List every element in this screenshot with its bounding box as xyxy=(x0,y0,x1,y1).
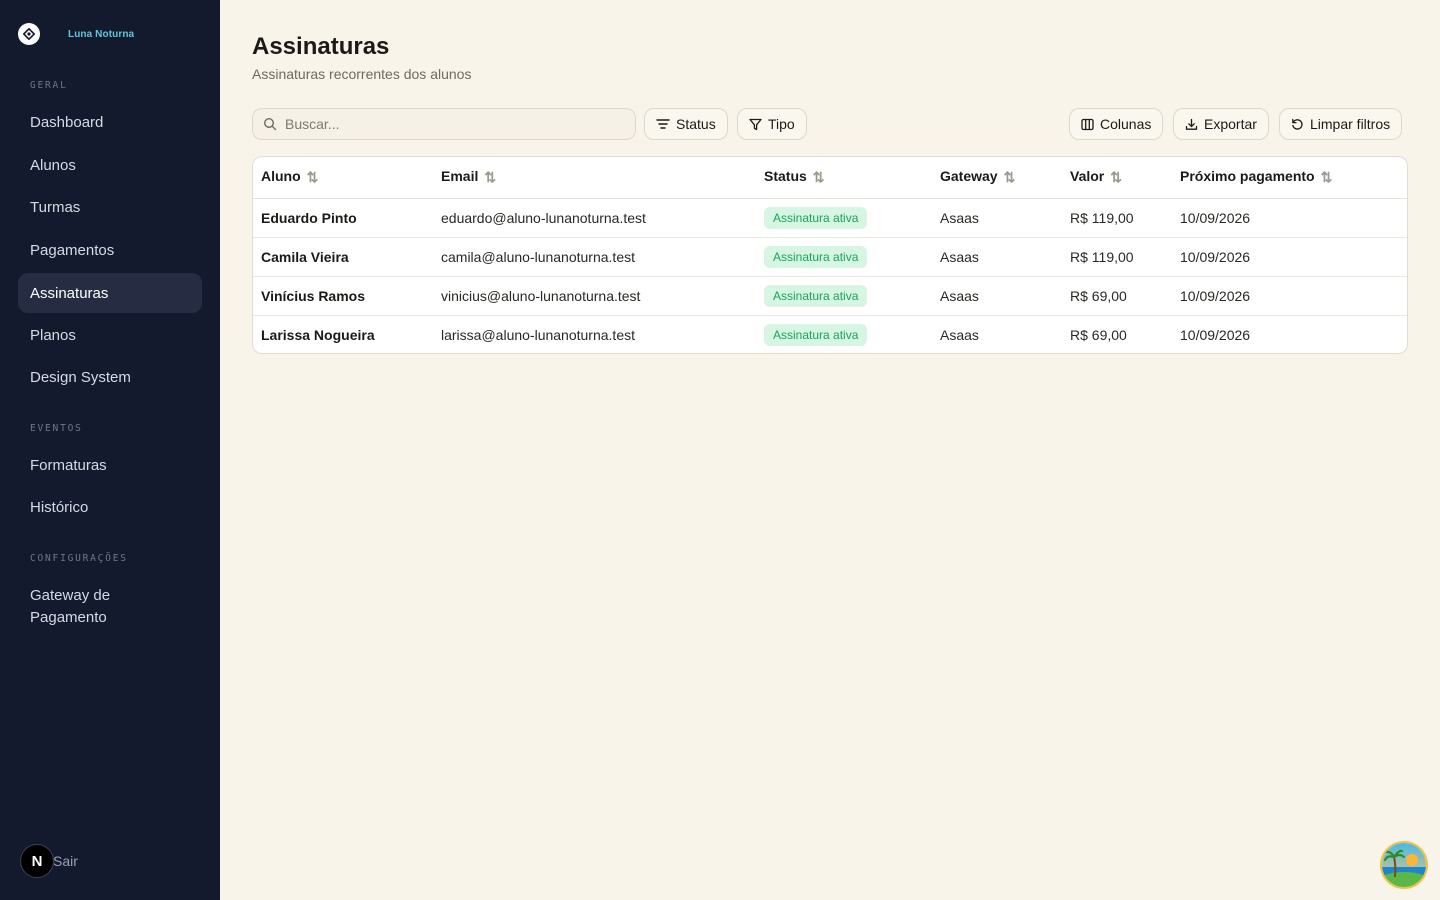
table-header-row: Aluno ⇅ Email ⇅ Status ⇅ Gateway ⇅ Valor ⇅ Pr… xyxy=(253,157,1407,199)
cell-email: larissa@aluno-lunanoturna.test xyxy=(441,326,635,343)
sort-icon[interactable]: ⇅ xyxy=(1110,169,1122,185)
subscriptions-table: Aluno ⇅ Email ⇅ Status ⇅ Gateway ⇅ Valor ⇅ Pr… xyxy=(252,156,1408,354)
cell-aluno: Vinícius Ramos xyxy=(253,276,433,316)
column-header-label: Valor xyxy=(1070,168,1105,185)
status-badge: Assinatura ativa xyxy=(764,323,868,346)
cell-valor: R$ 69,00 xyxy=(1070,326,1127,343)
cell-valor: R$ 69,00 xyxy=(1062,276,1172,316)
brand-name: Luna Noturna xyxy=(68,28,135,40)
sidebar-item-historico[interactable]: Histórico xyxy=(18,487,202,527)
cell-valor: R$ 119,00 xyxy=(1062,198,1172,238)
sort-icon[interactable]: ⇅ xyxy=(813,169,825,185)
cell-email: camila@aluno-lunanoturna.test xyxy=(433,237,756,277)
tipo-filter-button[interactable]: Tipo xyxy=(737,108,807,140)
sidebar-item-design-system[interactable]: Design System xyxy=(18,357,202,397)
table-row[interactable]: Vinícius Ramos vinicius@aluno-lunanoturn… xyxy=(253,276,1407,316)
sidebar-item-pagamentos[interactable]: Pagamentos xyxy=(18,230,202,270)
status-badge: Assinatura ativa xyxy=(764,284,868,307)
status-filter-label: Status xyxy=(676,116,716,132)
sidebar-item-turmas[interactable]: Turmas xyxy=(18,187,202,227)
brand[interactable]: Luna Noturna xyxy=(18,23,134,45)
search-icon xyxy=(263,117,277,131)
column-header-label: Email xyxy=(441,168,479,185)
sidebar-item-gateway[interactable]: Gateway de Pagamento xyxy=(18,582,202,632)
cell-email: vinicius@aluno-lunanoturna.test xyxy=(433,276,756,316)
cell-aluno: Camila Vieira xyxy=(253,237,433,277)
section-label-eventos: EVENTOS xyxy=(30,423,83,434)
status-badge: Assinatura ativa xyxy=(764,245,868,268)
sidebar-item-alunos[interactable]: Alunos xyxy=(18,145,202,185)
page-subtitle: Assinaturas recorrentes dos alunos xyxy=(252,66,472,82)
status-badge: Assinatura ativa xyxy=(764,206,868,229)
clear-filters-label: Limpar filtros xyxy=(1310,116,1391,132)
clear-filters-button[interactable]: Limpar filtros xyxy=(1279,108,1403,140)
columns-icon xyxy=(1081,118,1094,130)
cell-status: Assinatura ativa xyxy=(756,276,932,316)
cell-proximo-pagamento: 10/09/2026 xyxy=(1180,326,1251,343)
sort-icon[interactable]: ⇅ xyxy=(1321,169,1333,185)
column-header-valor[interactable]: Valor ⇅ xyxy=(1062,157,1172,199)
cell-status: Assinatura ativa xyxy=(756,198,932,238)
sidebar-item-planos[interactable]: Planos xyxy=(18,315,202,355)
page-title: Assinaturas xyxy=(252,33,390,60)
section-label-geral: GERAL xyxy=(30,80,68,91)
cell-valor: R$ 119,00 xyxy=(1062,237,1172,277)
section-label-configuracoes: CONFIGURAÇÕES xyxy=(30,553,128,564)
logout-button[interactable]: N Sair xyxy=(20,844,78,878)
filter-lines-icon xyxy=(656,119,670,129)
column-header-email[interactable]: Email ⇅ xyxy=(433,157,756,199)
cell-aluno: Eduardo Pinto xyxy=(253,198,433,238)
cell-status: Assinatura ativa xyxy=(756,315,932,353)
search-input[interactable] xyxy=(285,116,605,132)
logo-icon xyxy=(18,23,40,45)
cell-proximo-pagamento: 10/09/2026 xyxy=(1172,237,1407,277)
sort-icon[interactable]: ⇅ xyxy=(1004,169,1016,185)
column-header-label: Aluno xyxy=(261,168,301,185)
table-row[interactable]: Camila Vieira camila@aluno-lunanoturna.t… xyxy=(253,237,1407,277)
column-header-label: Status xyxy=(764,168,807,185)
columns-label: Colunas xyxy=(1100,116,1152,132)
table-row[interactable]: Eduardo Pinto eduardo@aluno-lunanoturna.… xyxy=(253,198,1407,238)
columns-button[interactable]: Colunas xyxy=(1069,108,1164,140)
sidebar-item-formaturas[interactable]: Formaturas xyxy=(18,445,202,485)
column-header-label: Gateway xyxy=(940,168,998,185)
cell-aluno: Larissa Nogueira xyxy=(261,326,375,343)
export-label: Exportar xyxy=(1204,116,1257,132)
framework-badge[interactable]: N xyxy=(20,844,54,878)
cell-proximo-pagamento: 10/09/2026 xyxy=(1172,198,1407,238)
cell-gateway: Asaas xyxy=(940,326,979,343)
beach-avatar-icon xyxy=(1382,843,1426,887)
user-avatar[interactable] xyxy=(1380,841,1428,889)
cell-email: eduardo@aluno-lunanoturna.test xyxy=(433,198,756,238)
column-header-label: Próximo pagamento xyxy=(1180,168,1315,185)
tipo-filter-label: Tipo xyxy=(768,116,795,132)
export-button[interactable]: Exportar xyxy=(1173,108,1269,140)
column-header-gateway[interactable]: Gateway ⇅ xyxy=(932,157,1062,199)
reset-icon xyxy=(1292,118,1303,130)
search-box[interactable] xyxy=(252,108,636,140)
sidebar-item-dashboard[interactable]: Dashboard xyxy=(18,102,202,142)
sort-icon[interactable]: ⇅ xyxy=(307,169,319,185)
column-header-aluno[interactable]: Aluno ⇅ xyxy=(253,157,433,199)
sidebar-item-gateway-label: Gateway de Pagamento xyxy=(30,587,111,626)
download-icon xyxy=(1185,118,1198,130)
sidebar: Luna Noturna GERAL Dashboard Alunos Turm… xyxy=(0,0,220,900)
table-row[interactable]: Larissa Nogueira larissa@aluno-lunanotur… xyxy=(253,315,1407,353)
column-header-proximo-pagamento[interactable]: Próximo pagamento ⇅ xyxy=(1172,157,1407,199)
funnel-icon xyxy=(749,118,762,130)
column-header-status[interactable]: Status ⇅ xyxy=(756,157,932,199)
logout-label: Sair xyxy=(53,853,78,869)
cell-proximo-pagamento: 10/09/2026 xyxy=(1172,276,1407,316)
sidebar-item-assinaturas[interactable]: Assinaturas xyxy=(18,273,202,313)
status-filter-button[interactable]: Status xyxy=(644,108,728,140)
cell-gateway: Asaas xyxy=(932,198,1062,238)
cell-gateway: Asaas xyxy=(932,276,1062,316)
sort-icon[interactable]: ⇅ xyxy=(484,169,496,185)
cell-status: Assinatura ativa xyxy=(756,237,932,277)
cell-gateway: Asaas xyxy=(932,237,1062,277)
